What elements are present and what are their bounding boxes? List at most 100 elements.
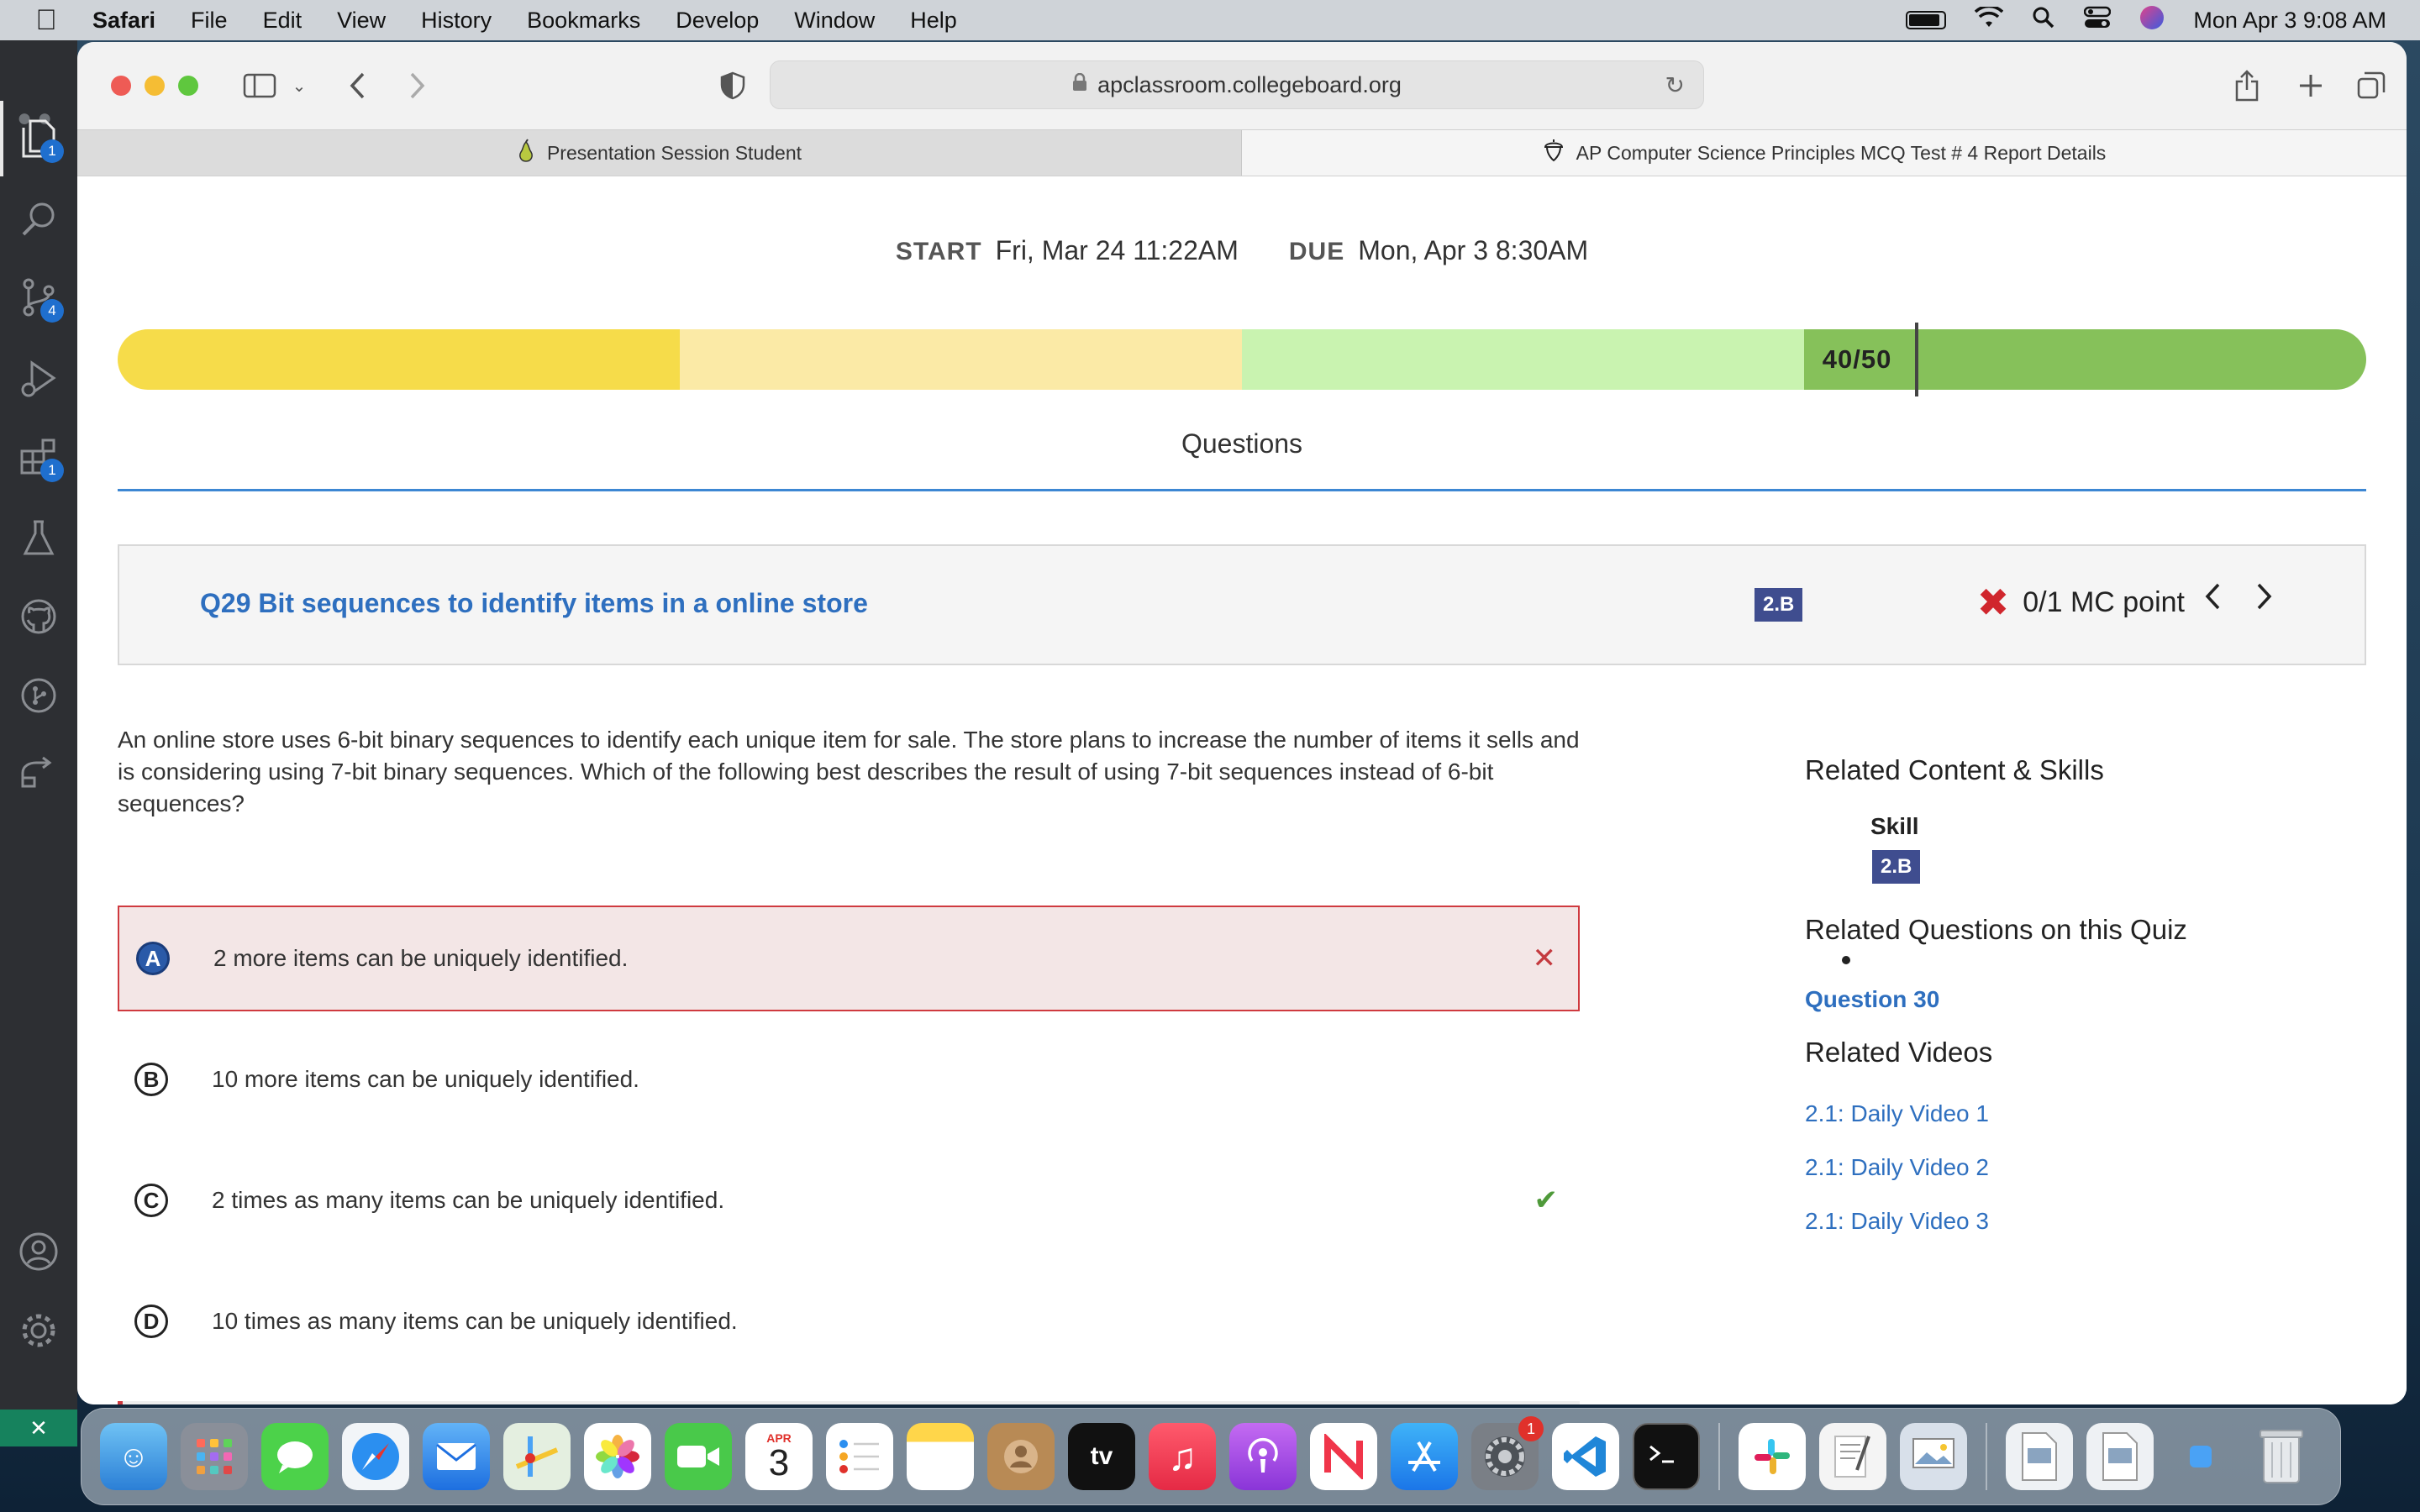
contacts-icon[interactable] xyxy=(987,1423,1055,1490)
testing-flask-icon[interactable] xyxy=(17,516,60,559)
menu-bookmarks[interactable]: Bookmarks xyxy=(527,8,640,34)
source-control-icon[interactable]: 4 xyxy=(17,276,64,323)
podcasts-icon[interactable] xyxy=(1229,1423,1297,1490)
option-c[interactable]: C 2 times as many items can be uniquely … xyxy=(118,1147,1580,1253)
mail-icon[interactable] xyxy=(423,1423,490,1490)
next-panel-edge xyxy=(118,1401,1580,1404)
video-link-1[interactable]: 2.1: Daily Video 1 xyxy=(1805,1100,1989,1127)
control-center-icon[interactable] xyxy=(2084,6,2112,35)
menu-history[interactable]: History xyxy=(421,8,492,34)
launchpad-icon[interactable] xyxy=(181,1423,248,1490)
questions-divider xyxy=(118,489,2366,491)
music-icon[interactable]: ♫ xyxy=(1149,1423,1216,1490)
points-text: 0/1 MC point xyxy=(2023,585,2185,618)
explorer-icon[interactable]: 1 xyxy=(17,116,64,163)
option-b[interactable]: B 10 more items can be uniquely identifi… xyxy=(118,1026,1580,1132)
account-icon[interactable] xyxy=(17,1230,60,1273)
question-prompt: An online store uses 6-bit binary sequen… xyxy=(118,727,1580,816)
facetime-icon[interactable] xyxy=(665,1423,732,1490)
scm-badge: 4 xyxy=(40,299,64,323)
option-a[interactable]: A 2 more items can be uniquely identifie… xyxy=(118,906,1580,1011)
calendar-icon[interactable]: APR 3 xyxy=(745,1423,813,1490)
privacy-shield-icon[interactable] xyxy=(718,67,748,104)
news-icon[interactable] xyxy=(1310,1423,1377,1490)
close-window-icon[interactable] xyxy=(111,76,131,96)
siri-icon[interactable] xyxy=(2139,5,2165,36)
extensions-icon[interactable]: 1 xyxy=(17,435,64,482)
search-icon[interactable] xyxy=(17,197,60,240)
tab-presentation-session[interactable]: Presentation Session Student xyxy=(77,130,1242,176)
active-indicator xyxy=(0,101,3,176)
messages-icon[interactable] xyxy=(261,1423,329,1490)
trash-icon[interactable] xyxy=(2248,1423,2315,1490)
git-graph-icon[interactable] xyxy=(17,674,60,717)
questions-heading: Questions xyxy=(1181,428,1303,459)
tab-overview-icon[interactable] xyxy=(2354,67,2388,104)
photos-icon[interactable] xyxy=(584,1423,651,1490)
previous-question-icon[interactable] xyxy=(2203,581,2222,620)
apple-tv-icon[interactable]: tv xyxy=(1068,1423,1135,1490)
finder-icon[interactable]: ☺ xyxy=(100,1423,167,1490)
maps-icon[interactable] xyxy=(503,1423,571,1490)
video-link-3[interactable]: 2.1: Daily Video 3 xyxy=(1805,1208,1989,1235)
share-icon[interactable] xyxy=(2230,67,2264,104)
address-bar[interactable]: apclassroom.collegeboard.org ↻ xyxy=(770,60,1704,109)
dock-separator xyxy=(1718,1423,1720,1490)
video-link-2[interactable]: 2.1: Daily Video 2 xyxy=(1805,1154,1989,1181)
remote-explorer-icon[interactable] xyxy=(17,751,60,795)
menu-file[interactable]: File xyxy=(191,8,228,34)
vscode-icon[interactable] xyxy=(1552,1423,1619,1490)
tab-label: Presentation Session Student xyxy=(546,141,802,164)
wifi-icon[interactable] xyxy=(1975,4,2004,34)
remote-status-icon[interactable]: ✕ xyxy=(0,1410,77,1446)
zoom-window-icon[interactable] xyxy=(178,76,198,96)
list-bullet xyxy=(1842,956,1850,964)
settings-gear-icon[interactable] xyxy=(17,1309,60,1352)
notes-icon[interactable] xyxy=(907,1423,974,1490)
png-file-icon[interactable] xyxy=(2006,1423,2073,1490)
question-title[interactable]: Q29 Bit sequences to identify items in a… xyxy=(200,588,868,619)
due-label: DUE xyxy=(1288,238,1345,265)
downloads-finder-icon[interactable] xyxy=(2167,1423,2234,1490)
apple-menu-icon[interactable]:  xyxy=(0,4,92,37)
safari-icon[interactable] xyxy=(342,1423,409,1490)
github-icon[interactable] xyxy=(17,595,60,638)
sidebar-toggle-icon[interactable] xyxy=(240,67,279,104)
app-store-icon[interactable] xyxy=(1391,1423,1458,1490)
browser-toolbar: ⌄ apclassroom.collegeboard.org ↻ xyxy=(77,42,2407,129)
chevron-down-icon[interactable]: ⌄ xyxy=(289,67,309,104)
terminal-icon[interactable] xyxy=(1633,1423,1700,1490)
run-debug-icon[interactable] xyxy=(17,356,60,400)
new-tab-icon[interactable] xyxy=(2294,67,2328,104)
menu-develop[interactable]: Develop xyxy=(676,8,759,34)
score-progress-bar xyxy=(118,329,2366,390)
menu-safari[interactable]: Safari xyxy=(92,8,155,34)
png-file-icon-2[interactable] xyxy=(2086,1423,2154,1490)
spotlight-search-icon[interactable] xyxy=(2032,6,2055,35)
correct-answer-check-icon: ✔ xyxy=(1534,1184,1559,1216)
textedit-icon[interactable] xyxy=(1819,1423,1886,1490)
start-label: START xyxy=(895,238,982,265)
menu-view[interactable]: View xyxy=(337,8,386,34)
related-question-link[interactable]: Question 30 xyxy=(1805,986,1939,1013)
assignment-dates: START Fri, Mar 24 11:22AM DUE Mon, Apr 3 8… xyxy=(77,235,2407,266)
option-d[interactable]: D 10 times as many items can be uniquely… xyxy=(118,1268,1580,1374)
menu-edit[interactable]: Edit xyxy=(263,8,302,34)
system-preferences-icon[interactable]: 1 xyxy=(1471,1416,1544,1490)
tab-ap-report[interactable]: AP Computer Science Principles MCQ Test … xyxy=(1242,130,2407,176)
menu-clock[interactable]: Mon Apr 3 9:08 AM xyxy=(2193,8,2386,34)
preview-icon[interactable] xyxy=(1900,1423,1967,1490)
menu-help[interactable]: Help xyxy=(910,8,957,34)
reminders-icon[interactable] xyxy=(826,1423,893,1490)
menu-window[interactable]: Window xyxy=(794,8,875,34)
score-marker xyxy=(1914,323,1918,396)
back-button-icon[interactable] xyxy=(343,67,373,104)
minimize-window-icon[interactable] xyxy=(145,76,165,96)
forward-button-icon[interactable] xyxy=(402,67,432,104)
reload-icon[interactable]: ↻ xyxy=(1665,71,1685,99)
question-points: ✖ 0/1 MC point xyxy=(1977,583,2185,622)
next-question-icon[interactable] xyxy=(2255,581,2274,620)
score-band-2 xyxy=(680,329,1242,390)
slack-icon[interactable] xyxy=(1739,1423,1806,1490)
battery-icon[interactable] xyxy=(1906,11,1947,29)
